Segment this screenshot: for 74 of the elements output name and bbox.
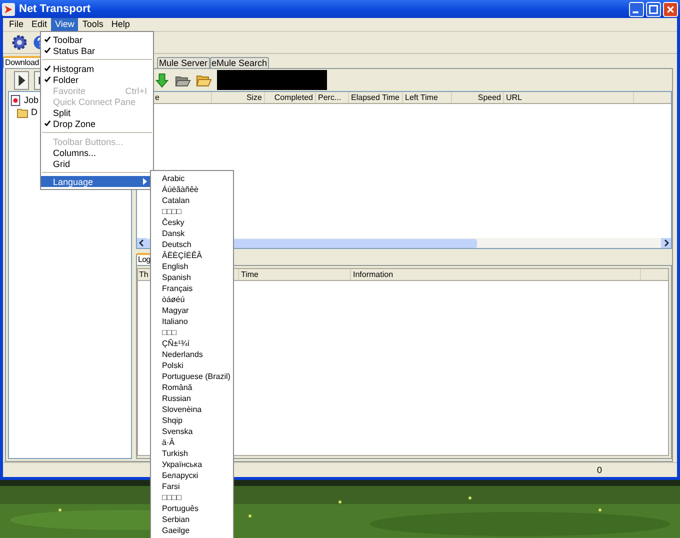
menu-item[interactable]: Česky [162, 217, 230, 228]
gear-icon[interactable] [11, 34, 28, 51]
folder-icon [17, 106, 28, 118]
menu-item[interactable]: Catalan [162, 195, 230, 206]
menu-item[interactable]: ÂËÈÇÍÉÊÂ [162, 250, 230, 261]
menu-item[interactable]: Columns... [41, 147, 153, 158]
column-header[interactable]: Speed [452, 92, 504, 103]
menu-item[interactable]: Беларускі [162, 470, 230, 481]
menu-item[interactable]: □□□ [162, 327, 230, 338]
menu-item[interactable]: Svenska [162, 426, 230, 437]
menu-item[interactable]: Українська [162, 459, 230, 470]
app-logo-icon [2, 2, 15, 16]
menu-item[interactable]: Turkish [162, 448, 230, 459]
folder-icon[interactable] [196, 72, 212, 88]
menu-item[interactable]: Edit [28, 18, 52, 31]
down-arrow-icon[interactable] [154, 72, 170, 88]
tree-item[interactable]: D [31, 107, 38, 117]
column-header[interactable]: Information [351, 269, 641, 280]
tab[interactable]: Mule Server [157, 57, 210, 68]
menu-item[interactable]: Toolbar [41, 34, 153, 45]
menu-item[interactable]: Dansk [162, 228, 230, 239]
maximize-button[interactable] [646, 2, 661, 16]
menu-item[interactable]: Română [162, 382, 230, 393]
menu-item[interactable]: Portuguese (Brazil) [162, 371, 230, 382]
column-header[interactable]: Elapsed Time [349, 92, 403, 103]
menu-item[interactable]: Farsi [162, 481, 230, 492]
status-count: 0 [596, 465, 604, 475]
menu-item[interactable]: Tools [78, 18, 108, 31]
tree-item[interactable]: Job [24, 95, 39, 105]
menu-item[interactable]: Serbian [162, 514, 230, 525]
menu-item[interactable]: Split [41, 107, 153, 118]
menu-item[interactable]: Grid [41, 158, 153, 169]
menu-item[interactable]: Russian [162, 393, 230, 404]
tab[interactable]: eMule Search [210, 57, 270, 68]
window-title: Net Transport [19, 3, 92, 15]
menu-item[interactable]: □□□□ [162, 206, 230, 217]
column-header[interactable]: Time [239, 269, 351, 280]
menu-item[interactable]: Nederlands [162, 349, 230, 360]
menu-item[interactable]: Polski [162, 360, 230, 371]
menu-item[interactable]: ä·Â [162, 437, 230, 448]
menu-item[interactable]: Status Bar [41, 45, 153, 56]
menu-item[interactable]: Magyar [162, 305, 230, 316]
scroll-left-icon[interactable] [137, 238, 147, 248]
column-header[interactable]: Perc... [316, 92, 349, 103]
column-header[interactable]: URL [504, 92, 634, 103]
menu-item[interactable]: Italiano [162, 316, 230, 327]
menu-item[interactable]: Français [162, 283, 230, 294]
minimize-button[interactable] [629, 2, 644, 16]
menu-item[interactable]: Deutsch [162, 239, 230, 250]
close-button[interactable] [663, 2, 678, 16]
menu-item[interactable]: Shqip [162, 415, 230, 426]
menu-item[interactable]: Áúëãàñêè [162, 184, 230, 195]
column-header[interactable]: Size [212, 92, 265, 103]
menu-item[interactable]: Drop Zone [41, 118, 153, 129]
menu-item[interactable]: ÇÑ±¹¾í [162, 338, 230, 349]
menu-item[interactable]: View [51, 18, 78, 31]
menu-item[interactable]: Spanish [162, 272, 230, 283]
menu-item[interactable]: òáøéú [162, 294, 230, 305]
menu-item[interactable]: Slovenèina [162, 404, 230, 415]
column-header[interactable]: Left Time [403, 92, 452, 103]
menu-item[interactable]: Language [41, 176, 153, 187]
scroll-right-icon[interactable] [661, 238, 671, 248]
menu-item[interactable]: Português [162, 503, 230, 514]
menu-item[interactable]: Folder [41, 74, 153, 85]
check-icon [44, 120, 50, 127]
menu-item[interactable]: English [162, 261, 230, 272]
menu-item[interactable]: □□□□ [162, 492, 230, 503]
menu-item[interactable]: Arabic [162, 173, 230, 184]
menu-item[interactable]: Help [107, 18, 134, 31]
menu-item[interactable]: Gaeilge [162, 525, 230, 536]
play-icon[interactable] [14, 70, 29, 90]
column-header[interactable]: Completed [265, 92, 316, 103]
submenu-arrow-icon [143, 178, 147, 185]
menu-item[interactable]: File [5, 18, 28, 31]
